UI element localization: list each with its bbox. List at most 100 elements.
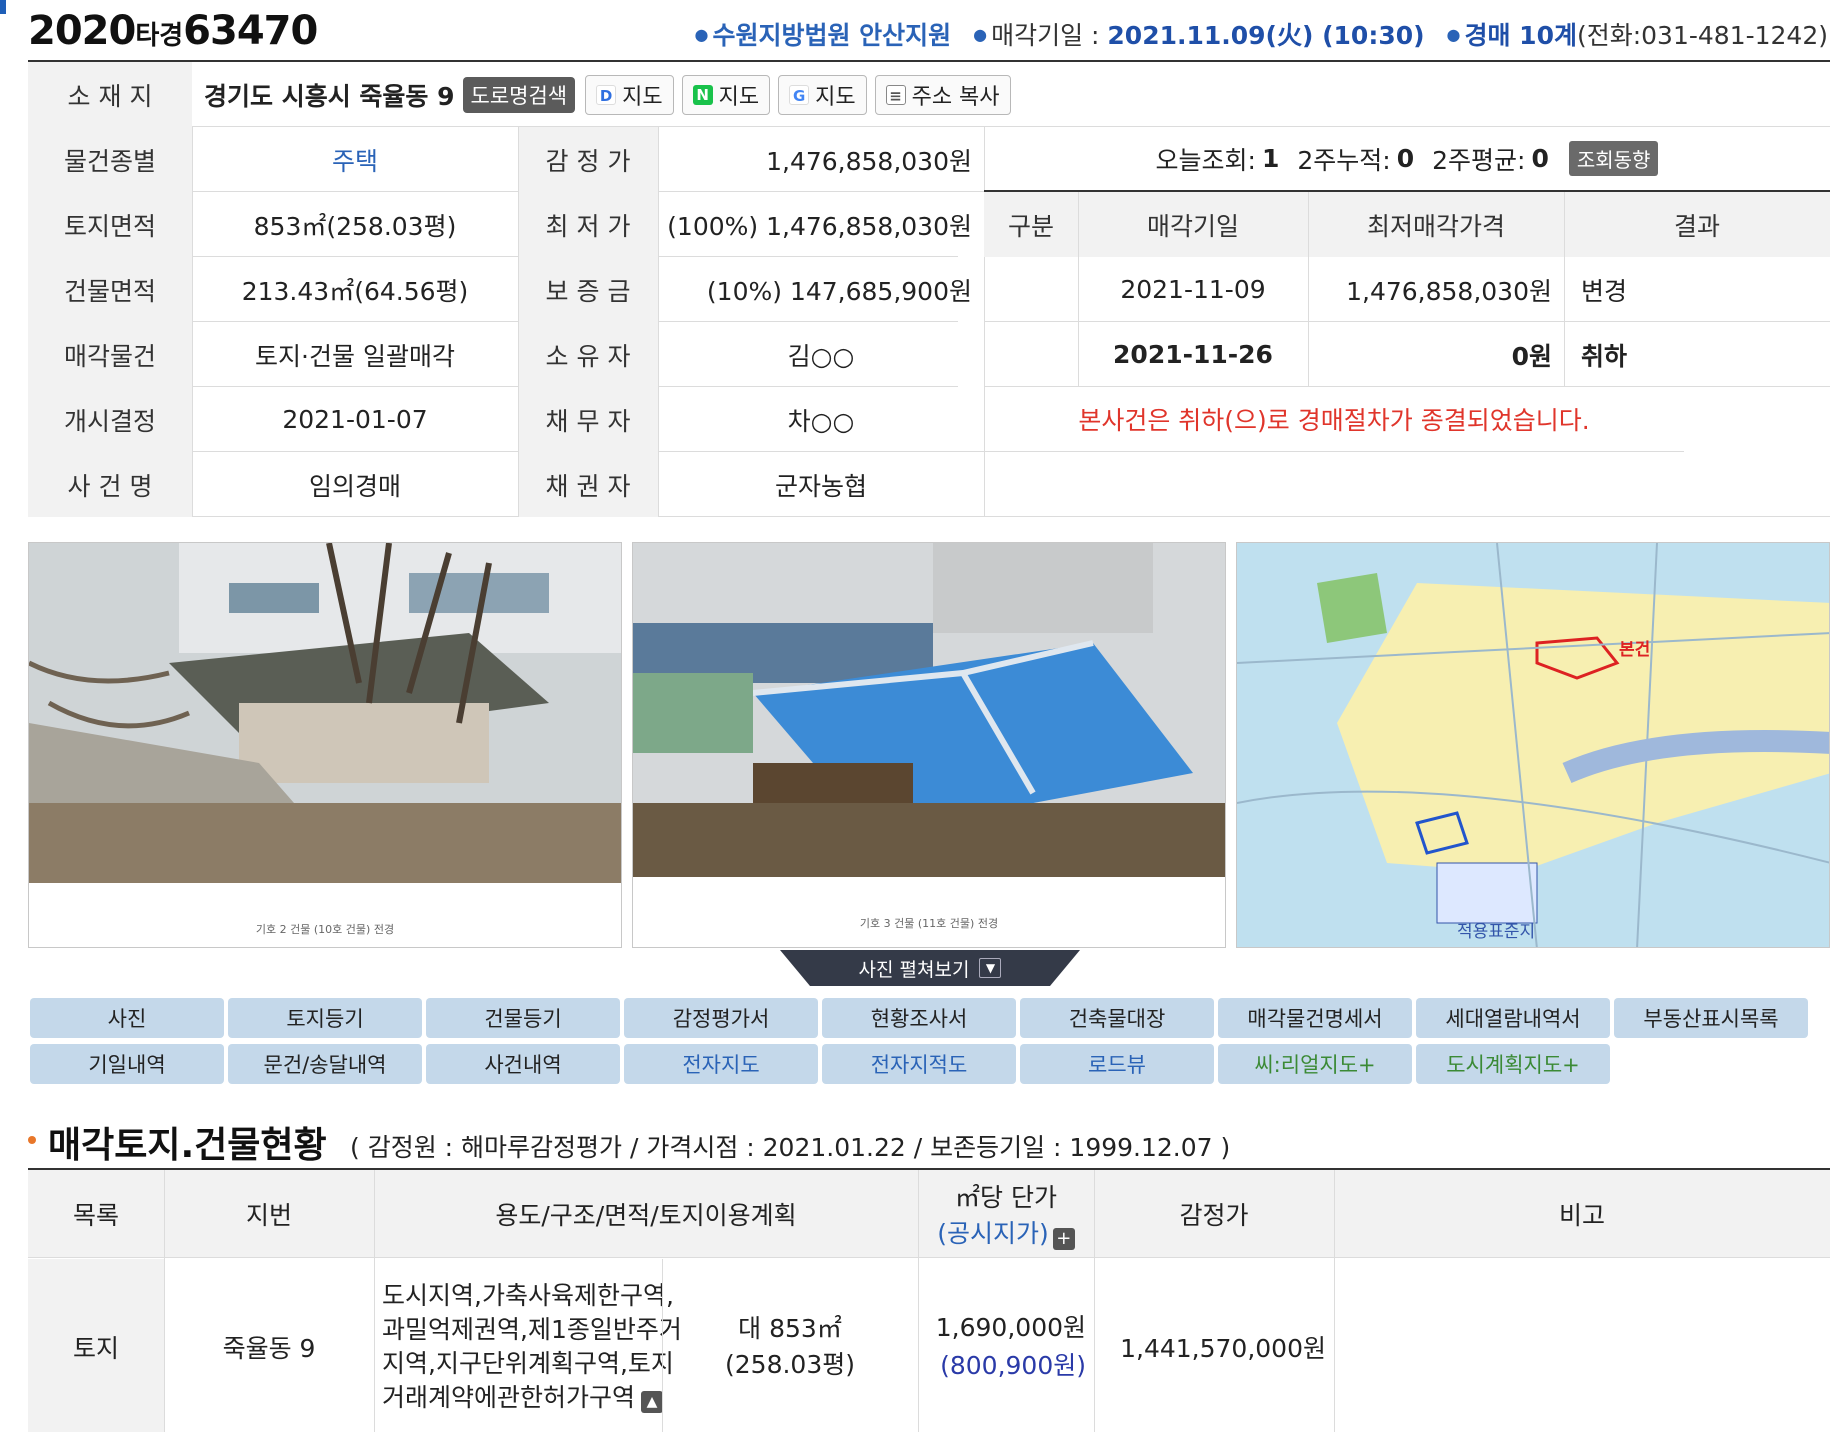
copy-address-button[interactable]: ≡ 주소 복사	[874, 74, 1011, 115]
doc-button-photo[interactable]: 사진	[30, 998, 224, 1038]
naver-icon: N	[692, 84, 713, 105]
case-summary: ● 수원지방법원 안산지원 ● 매각기일 : 2021.11.09(火) (10:3…	[680, 16, 1828, 52]
bullet-icon: ●	[973, 25, 988, 44]
divider	[164, 1170, 165, 1432]
section-title: 매각토지.건물현황	[48, 1125, 327, 1166]
row-lot: 죽율동 9	[222, 1333, 316, 1363]
unit-price-header: ㎡당 단가	[955, 1182, 1057, 1212]
house-photo-2	[633, 543, 1225, 877]
area-sqm: 대 853㎡	[738, 1313, 842, 1343]
sale-object-value: 토지·건물 일괄매각	[255, 341, 455, 371]
dept-phone: (전화:031-481-1242)	[1576, 21, 1828, 50]
row-label: 채 권 자	[518, 452, 658, 517]
doc-button-e-map[interactable]: 전자지도	[624, 1044, 818, 1084]
history-price: 1,476,858,030원	[1346, 276, 1552, 306]
naver-map-button[interactable]: N 지도	[681, 74, 771, 115]
daum-icon: D	[596, 84, 617, 105]
col-header-appraisal: 감정가	[1094, 1170, 1334, 1258]
row-label: 토지면적	[28, 192, 192, 257]
creditor-value: 군자농협	[774, 471, 867, 501]
row-unit-price: 1,690,000원 (800,900원)	[918, 1259, 1094, 1432]
two-week-label: 2주누적:	[1297, 145, 1391, 175]
area-pyeong: (258.03평)	[725, 1349, 855, 1379]
row-label: 건물면적	[28, 257, 192, 322]
house-photo-1	[29, 543, 621, 883]
divider	[1078, 192, 1079, 387]
info-row: 사 건 명 임의경매 채 권 자 군자농협	[28, 452, 1830, 517]
case-year: 2020	[28, 8, 136, 54]
divider	[374, 1170, 375, 1432]
land-building-section-header: 매각토지.건물현황 ( 감정원 : 해마루감정평가 / 가격시점 : 2021.…	[28, 1116, 1828, 1166]
row-label: 사 건 명	[28, 452, 192, 517]
history-header-row: 구분 매각기일 최저매각가격 결과	[984, 192, 1830, 257]
doc-button-case-history[interactable]: 사건내역	[426, 1044, 620, 1084]
divider	[518, 127, 519, 517]
location-map-thumbnail[interactable]: 본건 적용표준지	[1236, 542, 1830, 948]
property-type-link[interactable]: 주택	[192, 127, 518, 192]
info-row: 토지면적 853㎡(258.03평) 최 저 가 (100%) 1,476,85…	[28, 192, 972, 257]
sale-date: 2021.11.09(火) (10:30)	[1107, 21, 1425, 50]
road-search-button[interactable]: 도로명검색	[462, 76, 576, 113]
row-label: 최 저 가	[518, 192, 658, 257]
clipboard-icon: ≡	[885, 84, 906, 105]
doc-button-property-list[interactable]: 부동산표시목록	[1614, 998, 1808, 1038]
today-views-label: 오늘조회:	[1155, 145, 1256, 175]
doc-button-household[interactable]: 세대열람내역서	[1416, 998, 1610, 1038]
col-header-note: 비고	[1334, 1170, 1830, 1258]
public-price-value: (800,900원)	[940, 1350, 1086, 1380]
map-caption: 적용표준지	[1457, 922, 1536, 942]
history-row: 2021-11-26 0원 취하	[984, 322, 1830, 387]
copy-address-label: 주소 복사	[911, 84, 1000, 110]
doc-button-schedule[interactable]: 기일내역	[30, 1044, 224, 1084]
history-result: 변경	[1580, 276, 1627, 306]
sale-history-panel: 오늘조회: 1 2주누적: 0 2주평균: 0 조회동향 구분 매각기일 최저매…	[984, 127, 1830, 452]
photo-caption: 기호 2 건물 (10호 건물) 전경	[255, 923, 395, 936]
doc-button-documents[interactable]: 문건/송달내역	[228, 1044, 422, 1084]
address-text: 경기도 시흥시 죽율동 9	[204, 81, 455, 111]
doc-button-building-ledger[interactable]: 건축물대장	[1020, 998, 1214, 1038]
expand-photos-button[interactable]: 사진 펼쳐보기 ▼	[780, 950, 1080, 986]
history-col-result: 결과	[1564, 192, 1830, 257]
daum-map-button[interactable]: D 지도	[585, 74, 674, 115]
case-closed-notice: 본사건은 취하(으)로 경매절차가 종결되었습니다.	[984, 387, 1684, 452]
corner-marker	[0, 0, 6, 14]
history-col-kind: 구분	[984, 192, 1078, 257]
doc-button-real-map[interactable]: 씨:리얼지도+	[1218, 1044, 1412, 1084]
divider	[1094, 1170, 1095, 1432]
property-info-table: 소 재 지 경기도 시흥시 죽율동 9 도로명검색 D 지도 N 지도 G 지도 ≡ 주…	[28, 60, 1830, 518]
row-label: 채 무 자	[518, 387, 658, 452]
google-icon: G	[789, 84, 810, 105]
case-kind: 타경	[135, 21, 184, 51]
google-map-button[interactable]: G 지도	[778, 74, 867, 115]
court-link[interactable]: 수원지방법원 안산지원	[712, 21, 951, 50]
history-date: 2021-11-09	[1120, 275, 1266, 304]
history-col-date: 매각기일	[1078, 192, 1308, 257]
land-area-value: 853㎡(258.03평)	[253, 211, 457, 241]
land-use-line: 거래계약에관한허가구역	[382, 1382, 636, 1412]
daum-map-label: 지도	[622, 84, 663, 110]
doc-button-urban-plan-map[interactable]: 도시계획지도+	[1416, 1044, 1610, 1084]
today-views: 1	[1261, 144, 1280, 173]
doc-button-sale-statement[interactable]: 매각물건명세서	[1218, 998, 1412, 1038]
doc-button-roadview[interactable]: 로드뷰	[1020, 1044, 1214, 1084]
doc-button-land-registry[interactable]: 토지등기	[228, 998, 422, 1038]
history-row: 2021-11-09 1,476,858,030원 변경	[984, 257, 1830, 322]
row-list: 토지	[28, 1259, 164, 1432]
info-row: 매각물건 토지·건물 일괄매각 소 유 자 김○○	[28, 322, 958, 387]
doc-button-appraisal[interactable]: 감정평가서	[624, 998, 818, 1038]
collapse-icon[interactable]: ▲	[641, 1390, 664, 1413]
case-serial: 63470	[183, 8, 318, 54]
view-trend-button[interactable]: 조회동향	[1568, 141, 1659, 176]
doc-button-survey[interactable]: 현황조사서	[822, 998, 1016, 1038]
property-photo-1[interactable]: 기호 2 건물 (10호 건물) 전경	[28, 542, 622, 948]
history-price: 0원	[1511, 341, 1552, 371]
appraisal-value: 1,476,858,030원	[766, 146, 972, 176]
doc-button-e-cadastral[interactable]: 전자지적도	[822, 1044, 1016, 1084]
property-photo-2[interactable]: 기호 3 건물 (11호 건물) 전경	[632, 542, 1226, 948]
land-building-table: 목록 지번 용도/구조/면적/토지이용계획 ㎡당 단가 (공시지가) + 감정가 …	[28, 1168, 1830, 1432]
start-decision-value: 2021-01-07	[282, 405, 428, 434]
doc-button-building-registry[interactable]: 건물등기	[426, 998, 620, 1038]
land-use-line: 도시지역,가축사육제한구역,	[382, 1280, 674, 1310]
divider	[918, 1170, 919, 1432]
public-price-toggle[interactable]: (공시지가) +	[937, 1214, 1075, 1250]
